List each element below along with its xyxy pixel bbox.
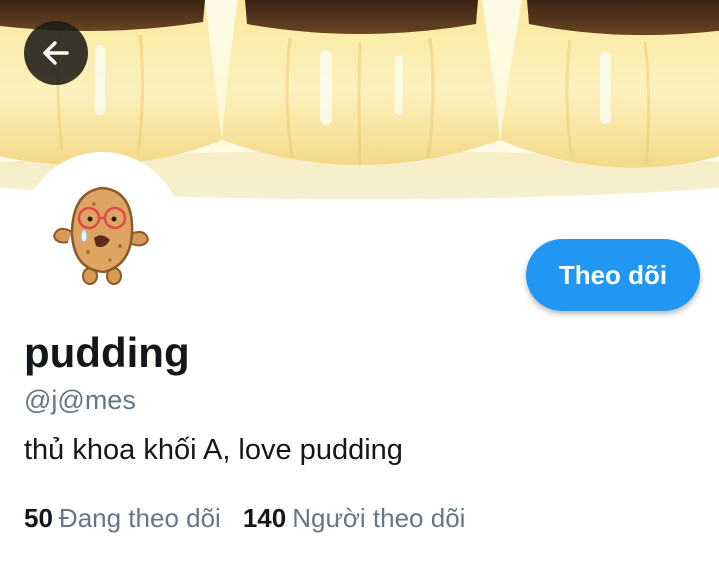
display-name: pudding [24, 329, 190, 376]
followers-stat[interactable]: 140 Người theo dõi [243, 503, 466, 534]
follow-stats: 50 Đang theo dõi 140 Người theo dõi [24, 503, 465, 534]
username-handle: @j@mes [24, 385, 136, 415]
followers-count: 140 [242, 503, 287, 533]
following-label: Đang theo dõi [58, 503, 221, 533]
following-count: 50 [24, 503, 53, 533]
profile-page: Theo dõi pudding @j@mes thủ khoa khối A,… [0, 0, 719, 572]
profile-bio: thủ khoa khối A, love pudding [24, 434, 403, 466]
follow-button[interactable]: Theo dõi [526, 239, 700, 311]
following-stat[interactable]: 50 Đang theo dõi [24, 503, 221, 534]
arrow-left-icon [43, 41, 69, 65]
avatar[interactable] [22, 152, 182, 312]
back-button[interactable] [24, 21, 88, 85]
potato-character-avatar [52, 186, 150, 285]
followers-label: Người theo dõi [292, 503, 466, 533]
